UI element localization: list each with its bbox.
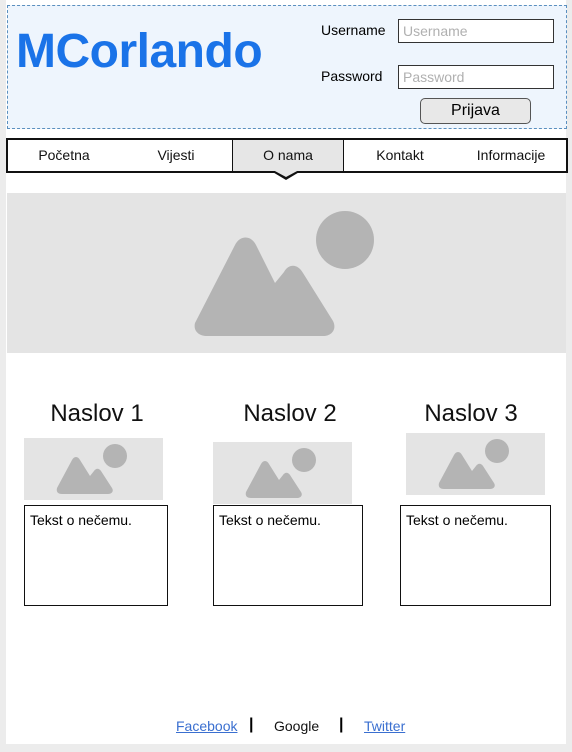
footer-separator-1: | [249,716,254,733]
footer-twitter: Twitter [364,718,405,734]
image-placeholder-icon [245,448,316,498]
page-frame-bottom [0,744,572,752]
main-nav: Početna Vijesti O nama Kontakt Informaci… [6,138,568,173]
column-text-1: Tekst o nečemu. [24,505,168,606]
username-input[interactable] [398,19,554,43]
column-text-2: Tekst o nečemu. [213,505,363,606]
nav-item-vijesti[interactable]: Vijesti [120,140,232,171]
hero-image [7,193,566,353]
column-text-3: Tekst o nečemu. [400,505,551,606]
login-button[interactable]: Prijava [420,98,531,124]
footer-facebook: Facebook [176,718,237,734]
nav-item-informacije[interactable]: Informacije [456,140,566,171]
column-title-1: Naslov 1 [50,400,144,427]
site-logo[interactable]: MCorlando [16,24,263,79]
column-image-2 [213,442,352,504]
column-image-3 [406,433,545,495]
page-frame-left [0,0,6,752]
column-title-2: Naslov 2 [243,400,337,427]
username-label: Username [321,22,386,38]
facebook-link[interactable]: Facebook [176,718,237,734]
nav-item-kontakt[interactable]: Kontakt [344,140,456,171]
footer-separator-2: | [339,716,344,733]
twitter-link[interactable]: Twitter [364,718,405,734]
column-title-3: Naslov 3 [424,400,518,427]
nav-item-o-nama[interactable]: O nama [232,140,344,171]
image-placeholder-icon [56,444,127,494]
nav-item-pocetna[interactable]: Početna [8,140,120,171]
footer-google: Google [274,718,320,734]
column-image-1 [24,438,163,500]
password-input[interactable] [398,65,554,89]
image-placeholder-icon [194,211,374,336]
image-placeholder-icon [438,439,509,489]
active-tab-pointer-fill [273,170,299,177]
password-label: Password [321,68,383,84]
